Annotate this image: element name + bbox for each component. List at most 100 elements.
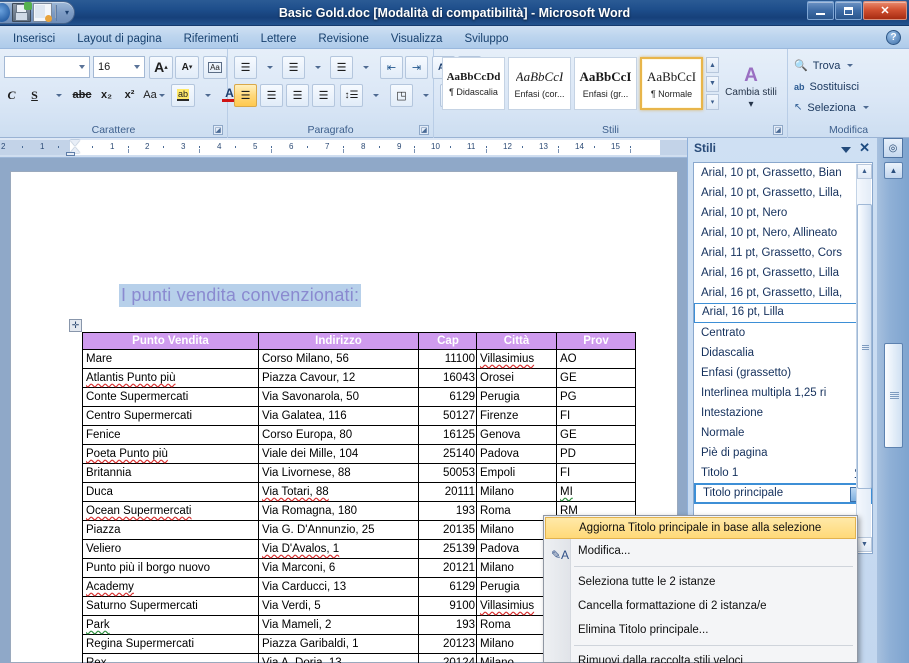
cell-punto-vendita[interactable]: Poeta Punto più — [82, 444, 259, 464]
style-context-menu[interactable]: Aggiorna Titolo principale in base alla … — [543, 515, 858, 663]
cell-indirizzo[interactable]: Corso Europa, 80 — [258, 425, 419, 445]
tab-inserisci[interactable]: Inserisci — [2, 30, 66, 49]
strikethrough-button[interactable]: abc — [69, 84, 95, 107]
style-list-item-9[interactable]: Didascalia¶ — [694, 343, 872, 363]
cell-cap[interactable]: 193 — [418, 501, 477, 521]
bullets-dropdown[interactable] — [257, 56, 280, 79]
cell-indirizzo[interactable]: Corso Milano, 56 — [258, 349, 419, 369]
restore-button[interactable] — [835, 1, 862, 20]
numbering-dropdown[interactable] — [305, 56, 328, 79]
subscript-button[interactable]: x₂ — [95, 84, 118, 107]
cell-cap[interactable]: 9100 — [418, 596, 477, 616]
shading-dropdown[interactable] — [413, 84, 436, 107]
tab-visualizza[interactable]: Visualizza — [380, 30, 454, 49]
text-highlight-button[interactable]: ab — [171, 83, 195, 107]
table-move-handle-icon[interactable]: ✛ — [69, 319, 82, 332]
context-menu-item-elimina[interactable]: Elimina Titolo principale... — [544, 618, 857, 642]
cell-cap[interactable]: 20121 — [418, 558, 477, 578]
cell-cap[interactable]: 20123 — [418, 634, 477, 654]
office-button[interactable] — [0, 3, 10, 22]
styles-list-scroll-up-button[interactable]: ▲ — [857, 164, 872, 179]
clear-formatting-button[interactable]: Aa — [203, 55, 227, 79]
cell-indirizzo[interactable]: Via Marconi, 6 — [258, 558, 419, 578]
cell-indirizzo[interactable]: Via Carducci, 13 — [258, 577, 419, 597]
cell-punto-vendita[interactable]: Conte Supermercati — [82, 387, 259, 407]
cell-cap[interactable]: 50053 — [418, 463, 477, 483]
cell-cap[interactable]: 20111 — [418, 482, 477, 502]
line-spacing-dropdown[interactable] — [363, 84, 386, 107]
save-icon[interactable] — [12, 2, 32, 22]
styles-list[interactable]: Arial, 10 pt, Grassetto, Bian Arial, 10 … — [693, 162, 873, 554]
carattere-dialog-launcher[interactable]: ◪ — [213, 125, 223, 135]
grow-font-button[interactable]: A ▴ — [149, 55, 173, 79]
style-list-item-14[interactable]: Piè di pagina¶ — [694, 443, 872, 463]
cell-cap[interactable]: 20135 — [418, 520, 477, 540]
context-menu-item-rimuovi[interactable]: Rimuovi dalla raccolta stili veloci — [544, 649, 857, 663]
cell-cap[interactable]: 193 — [418, 615, 477, 635]
style-list-item-15[interactable]: Titolo 1¶a — [694, 463, 872, 483]
cell-punto-vendita[interactable]: Park — [82, 615, 259, 635]
style-list-item-7[interactable]: Arial, 16 pt, Lilla — [694, 303, 872, 323]
close-button[interactable]: ✕ — [863, 1, 907, 20]
font-size-combo[interactable]: 16 — [93, 56, 145, 78]
cell-prov[interactable]: PG — [556, 387, 636, 407]
horizontal-ruler[interactable]: 2 1 1 2 3 4 5 6 7 8 9 10 11 12 13 14 15 — [0, 138, 687, 158]
context-menu-item-modifica[interactable]: ✎A Modifica... — [544, 539, 857, 563]
table-row[interactable]: Fenice Corso Europa, 80 16125 Genova GE — [82, 425, 636, 445]
column-header-cap[interactable]: Cap — [418, 332, 477, 350]
cell-citta[interactable]: Villasimius — [476, 349, 557, 369]
cell-cap[interactable]: 50127 — [418, 406, 477, 426]
underline-dropdown[interactable] — [46, 84, 69, 107]
context-menu-item-seleziona[interactable]: Seleziona tutte le 2 istanze — [544, 570, 857, 594]
tab-lettere[interactable]: Lettere — [250, 30, 308, 49]
styles-list-scroll-thumb[interactable] — [857, 204, 872, 489]
cell-punto-vendita[interactable]: Atlantis Punto più — [82, 368, 259, 388]
highlight-dropdown[interactable] — [195, 84, 218, 107]
styles-list-scroll-down-button[interactable]: ▼ — [857, 537, 872, 552]
tab-riferimenti[interactable]: Riferimenti — [173, 30, 250, 49]
multilevel-list-button[interactable]: ☰ — [330, 55, 353, 79]
increase-indent-button[interactable]: ⇥ — [405, 55, 428, 79]
cell-punto-vendita[interactable]: Fenice — [82, 425, 259, 445]
italic-button[interactable]: C — [0, 84, 23, 107]
cell-punto-vendita[interactable]: Centro Supermercati — [82, 406, 259, 426]
cell-cap[interactable]: 11100 — [418, 349, 477, 369]
cell-indirizzo[interactable]: Via Savonarola, 50 — [258, 387, 419, 407]
cell-punto-vendita[interactable]: Academy — [82, 577, 259, 597]
style-list-item-6[interactable]: Arial, 16 pt, Grassetto, Lilla, — [694, 283, 872, 303]
column-header-indirizzo[interactable]: Indirizzo — [258, 332, 419, 350]
cell-prov[interactable]: AO — [556, 349, 636, 369]
shrink-font-button[interactable]: A ▾ — [175, 55, 199, 79]
table-row[interactable]: Britannia Via Livornese, 88 50053 Empoli… — [82, 463, 636, 483]
cell-punto-vendita[interactable]: Duca — [82, 482, 259, 502]
help-icon[interactable]: ? — [886, 30, 901, 45]
context-menu-item-aggiorna[interactable]: Aggiorna Titolo principale in base alla … — [545, 517, 856, 539]
change-case-button[interactable]: Aa — [141, 84, 167, 107]
style-list-item-1[interactable]: Arial, 10 pt, Grassetto, Lilla, — [694, 183, 872, 203]
cell-indirizzo[interactable]: Via Verdi, 5 — [258, 596, 419, 616]
cell-indirizzo[interactable]: Via D'Avalos, 1 — [258, 539, 419, 559]
numbering-button[interactable]: ☰ — [282, 55, 305, 79]
table-row[interactable]: Poeta Punto più Viale dei Mille, 104 251… — [82, 444, 636, 464]
column-header-punto-vendita[interactable]: Punto Vendita — [82, 332, 259, 350]
cell-punto-vendita[interactable]: Mare — [82, 349, 259, 369]
scroll-thumb[interactable] — [884, 343, 903, 448]
column-header-citta[interactable]: Città — [476, 332, 557, 350]
style-list-item-8[interactable]: Centrato — [694, 323, 872, 343]
table-row[interactable]: Duca Via Totari, 88 20111 Milano MI — [82, 482, 636, 502]
cell-punto-vendita[interactable]: Saturno Supermercati — [82, 596, 259, 616]
document-heading[interactable]: I punti vendita convenzionati: — [119, 284, 362, 307]
cell-cap[interactable]: 16043 — [418, 368, 477, 388]
cell-citta[interactable]: Milano — [476, 482, 557, 502]
scroll-up-button[interactable]: ▲ — [884, 162, 903, 179]
style-list-item-4[interactable]: Arial, 11 pt, Grassetto, Cors — [694, 243, 872, 263]
superscript-button[interactable]: x² — [118, 84, 141, 107]
cell-punto-vendita[interactable]: Regina Supermercati — [82, 634, 259, 654]
styles-pane-close-icon[interactable]: ✕ — [859, 140, 870, 156]
table-row[interactable]: Mare Corso Milano, 56 11100 Villasimius … — [82, 349, 636, 369]
replace-button[interactable]: ab Sostituisci — [788, 76, 869, 97]
customize-qat-icon[interactable]: ▾ — [60, 4, 74, 21]
cell-punto-vendita[interactable]: Rex — [82, 653, 259, 663]
style-list-item-0[interactable]: Arial, 10 pt, Grassetto, Bian — [694, 163, 872, 183]
style-list-item-16[interactable]: Titolo principale ▼ — [694, 483, 872, 504]
